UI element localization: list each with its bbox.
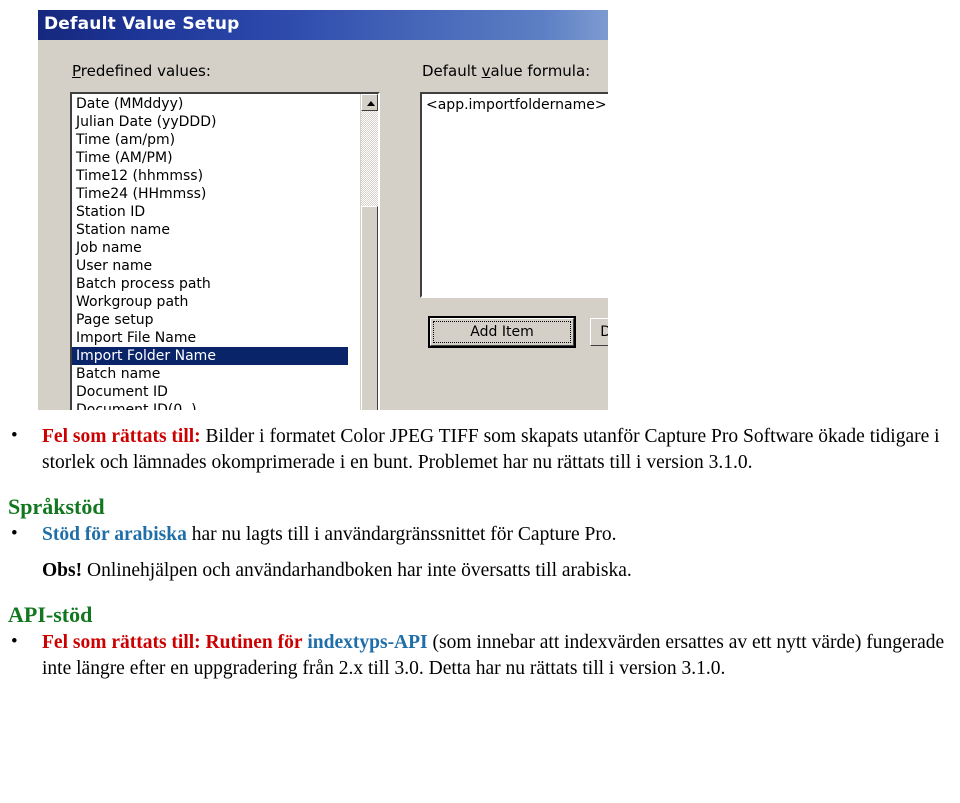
bullet-icon: • — [11, 425, 18, 446]
list-item[interactable]: Time24 (HHmmss) — [72, 185, 348, 203]
formula-label-pre: Default — [422, 62, 482, 80]
list-item[interactable]: Station name — [72, 221, 348, 239]
list-item[interactable]: Document ID — [72, 383, 348, 401]
list-item[interactable]: Import File Name — [72, 329, 348, 347]
list-item[interactable]: Batch process path — [72, 275, 348, 293]
api-bugfix-item: • Fel som rättats till: Rutinen för index… — [0, 630, 960, 682]
list-item[interactable]: Import Folder Name — [72, 347, 348, 365]
delete-item-button[interactable]: De — [590, 318, 608, 346]
default-value-formula-textarea[interactable]: <app.importfoldername> — [420, 92, 608, 298]
release-notes-body: • Fel som rättats till: Bilder i formatet… — [0, 424, 960, 682]
list-item[interactable]: Workgroup path — [72, 293, 348, 311]
list-item[interactable]: Time (AM/PM) — [72, 149, 348, 167]
arabic-support-label: Stöd för arabiska — [42, 524, 187, 545]
predefined-values-label-text: redefined values: — [80, 62, 211, 80]
list-item[interactable]: Date (MMddyy) — [72, 95, 348, 113]
list-item[interactable]: Batch name — [72, 365, 348, 383]
list-item[interactable]: Document ID(0..) — [72, 401, 348, 410]
triangle-up-icon — [367, 101, 375, 106]
dialog-screenshot: Default Value Setup Predefined values: D… — [38, 10, 608, 410]
formula-value-text: <app.importfoldername> — [426, 97, 607, 113]
list-item[interactable]: Time (am/pm) — [72, 131, 348, 149]
heading-api-stod: API-stöd — [8, 602, 93, 627]
add-item-button[interactable]: Add Item — [428, 316, 576, 348]
list-item[interactable]: Julian Date (yyDDD) — [72, 113, 348, 131]
api-bugfix-label-red: Fel som rättats till: Rutinen för — [42, 632, 303, 653]
bullet-icon: • — [11, 523, 18, 544]
default-value-setup-dialog: Default Value Setup Predefined values: D… — [38, 10, 608, 410]
predefined-values-label-mnemonic: P — [72, 62, 81, 80]
note-label: Obs! — [42, 560, 83, 581]
arabic-support-text: har nu lagts till i användargränssnittet… — [186, 524, 617, 545]
scrollbar-thumb[interactable] — [361, 206, 378, 410]
dialog-title: Default Value Setup — [44, 14, 240, 34]
api-bugfix-label-blue: indextyps-API — [307, 632, 428, 653]
dialog-title-bar: Default Value Setup — [38, 10, 608, 40]
formula-label-rest: alue formula: — [490, 62, 591, 80]
dialog-body: Predefined values: Date (MMddyy) Julian D… — [38, 40, 608, 410]
heading-sprakstod: Språkstöd — [8, 494, 105, 519]
add-item-button-label: Add Item — [470, 324, 534, 340]
listbox-scrollbar[interactable] — [360, 94, 378, 410]
default-value-formula-label: Default value formula: — [422, 62, 590, 80]
bugfix-label: Fel som rättats till: — [42, 426, 201, 447]
list-item[interactable]: Job name — [72, 239, 348, 257]
note-text: Onlinehjälpen och användarhandboken har … — [82, 560, 632, 581]
arabic-support-item: • Stöd för arabiska har nu lagts till i a… — [0, 522, 960, 548]
arabic-note: Obs! Onlinehjälpen och användarhandboken… — [0, 558, 960, 584]
list-item[interactable]: Station ID — [72, 203, 348, 221]
bugfix-jpeg-tiff-item: • Fel som rättats till: Bilder i formatet… — [0, 424, 960, 476]
predefined-values-list[interactable]: Date (MMddyy) Julian Date (yyDDD) Time (am… — [72, 94, 348, 410]
list-item[interactable]: Time12 (hhmmss) — [72, 167, 348, 185]
bullet-icon: • — [11, 631, 18, 652]
predefined-values-label: Predefined values: — [72, 62, 211, 80]
delete-item-button-label: De — [600, 324, 608, 340]
scroll-up-button[interactable] — [361, 94, 378, 111]
list-item[interactable]: User name — [72, 257, 348, 275]
list-item[interactable]: Page setup — [72, 311, 348, 329]
predefined-values-listbox[interactable]: Date (MMddyy) Julian Date (yyDDD) Time (am… — [70, 92, 380, 410]
